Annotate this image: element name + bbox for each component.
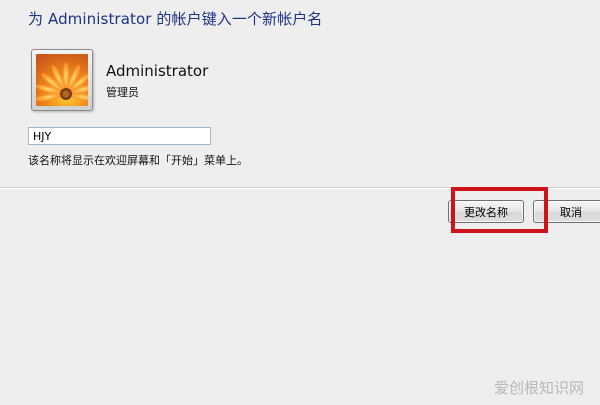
cancel-button[interactable]: 取消 (533, 200, 600, 223)
name-hint-text: 该名称将显示在欢迎屏幕和「开始」菜单上。 (28, 154, 248, 167)
account-name: Administrator (106, 62, 209, 80)
dialog-heading: 为 Administrator 的帐户键入一个新帐户名 (28, 10, 323, 28)
account-picture (31, 49, 93, 111)
flower-avatar-icon (36, 54, 88, 106)
divider (0, 187, 600, 189)
account-role: 管理员 (106, 86, 139, 99)
new-account-name-input[interactable] (28, 127, 211, 145)
change-name-button[interactable]: 更改名称 (448, 200, 524, 223)
watermark: 爱创根知识网 (494, 379, 585, 397)
